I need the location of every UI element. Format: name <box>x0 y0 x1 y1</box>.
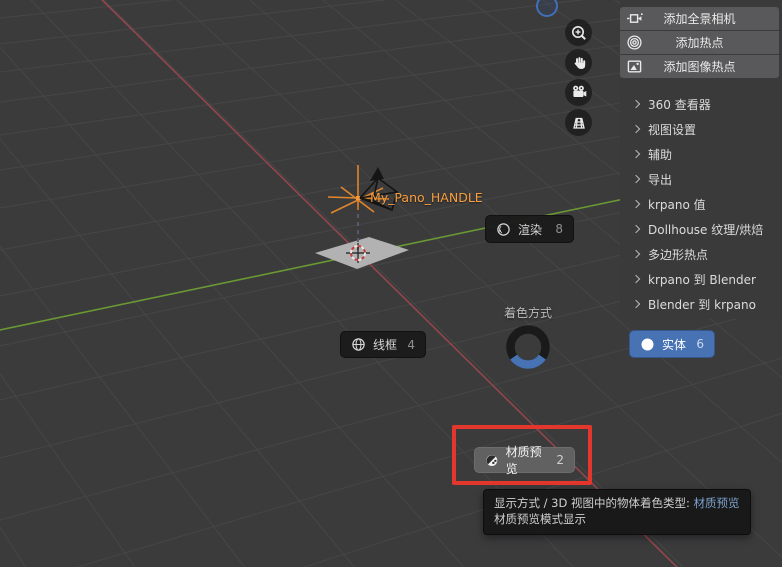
chevron-right-icon <box>631 199 641 208</box>
pie-option-shortcut: 8 <box>555 222 563 236</box>
pie-option-wireframe[interactable]: 线框 4 <box>340 331 426 358</box>
blender-viewport: My_Pano_HANDLE 添加全景相机 添加热点 添加图像热点 360 查看… <box>0 0 782 567</box>
chevron-right-icon <box>631 274 641 283</box>
image-icon <box>626 58 643 75</box>
section-label: 多边形热点 <box>648 247 709 262</box>
perspective-grid-icon <box>572 117 585 129</box>
section-label: Dollhouse 纹理/烘焙 <box>648 222 764 237</box>
tooltip-line2: 材质预览模式显示 <box>494 511 586 526</box>
section-polygon-hotspot[interactable]: 多边形热点 <box>620 243 780 265</box>
section-export[interactable]: 导出 <box>620 168 780 190</box>
solid-sphere-icon <box>641 338 654 350</box>
camera-icon <box>573 85 587 97</box>
chevron-right-icon <box>631 249 641 258</box>
chevron-right-icon <box>631 124 641 133</box>
pie-option-label: 线框 <box>373 338 398 352</box>
add-image-hotspot-button[interactable]: 添加图像热点 <box>620 55 779 78</box>
gizmo-circle-icon <box>536 0 558 17</box>
pie-option-rendered[interactable]: 渲染 8 <box>485 215 574 243</box>
section-view-settings[interactable]: 视图设置 <box>620 118 780 140</box>
tooltip: 显示方式 / 3D 视图中的物体着色类型: 材质预览 材质预览模式显示 <box>483 489 751 535</box>
tooltip-line1: 显示方式 / 3D 视图中的物体着色类型: 材质预览 <box>494 496 740 512</box>
grid-toggle-button[interactable] <box>565 109 592 136</box>
section-label: krpano 到 Blender <box>648 272 756 287</box>
add-pano-camera-button[interactable]: 添加全景相机 <box>620 7 779 30</box>
object-name-label: My_Pano_HANDLE <box>370 190 483 205</box>
camera-up-triangle <box>370 167 384 181</box>
wireframe-sphere-icon <box>352 338 365 351</box>
add-hotspot-button[interactable]: 添加热点 <box>620 31 779 54</box>
hotspot-rings-icon <box>626 34 643 51</box>
section-dollhouse-bake[interactable]: Dollhouse 纹理/烘焙 <box>620 218 780 240</box>
annotation-highlight-box <box>452 425 592 485</box>
chevron-right-icon <box>631 224 641 233</box>
pie-option-label: 实体 <box>662 337 687 352</box>
add-button-label: 添加全景相机 <box>663 12 736 26</box>
section-label: 360 查看器 <box>648 97 711 112</box>
chevron-right-icon <box>631 149 641 158</box>
rendered-sphere-icon <box>497 222 510 236</box>
zoom-button[interactable] <box>565 19 592 46</box>
section-label: krpano 值 <box>648 197 706 212</box>
pie-option-shortcut: 6 <box>696 337 704 351</box>
zoom-in-icon <box>571 25 586 40</box>
pan-button[interactable] <box>565 49 592 76</box>
pie-option-solid[interactable]: 实体 6 <box>629 330 715 358</box>
section-label: 辅助 <box>648 147 673 162</box>
chevron-right-icon <box>631 174 641 183</box>
add-button-label: 添加图像热点 <box>663 60 736 74</box>
section-krpano-values[interactable]: krpano 值 <box>620 193 780 215</box>
section-360-viewer[interactable]: 360 查看器 <box>620 93 780 115</box>
pie-direction-arc <box>510 354 546 369</box>
sidebar-add-buttons: 添加全景相机 添加热点 添加图像热点 <box>620 7 779 79</box>
chevron-right-icon <box>631 99 641 108</box>
pano-camera-icon <box>626 10 643 27</box>
section-label: 导出 <box>648 172 673 187</box>
tooltip-line1-text: 显示方式 / 3D 视图中的物体着色类型: <box>494 496 694 510</box>
pie-option-label: 渲染 <box>518 222 543 237</box>
add-button-label: 添加热点 <box>675 36 724 50</box>
section-krpano-to-blender[interactable]: krpano 到 Blender <box>620 268 780 290</box>
tooltip-line1-value: 材质预览 <box>693 496 740 510</box>
camera-view-button[interactable] <box>565 79 592 106</box>
section-assist[interactable]: 辅助 <box>620 143 780 165</box>
chevron-right-icon <box>631 299 641 308</box>
section-blender-to-krpano[interactable]: Blender 到 krpano <box>620 293 780 315</box>
nav-gizmo-axis[interactable] <box>536 0 560 20</box>
section-label: 视图设置 <box>648 122 697 137</box>
section-label: Blender 到 krpano <box>648 297 756 312</box>
pie-menu-center <box>506 325 550 369</box>
pan-hand-icon <box>574 56 585 69</box>
pie-option-shortcut: 4 <box>407 337 415 352</box>
